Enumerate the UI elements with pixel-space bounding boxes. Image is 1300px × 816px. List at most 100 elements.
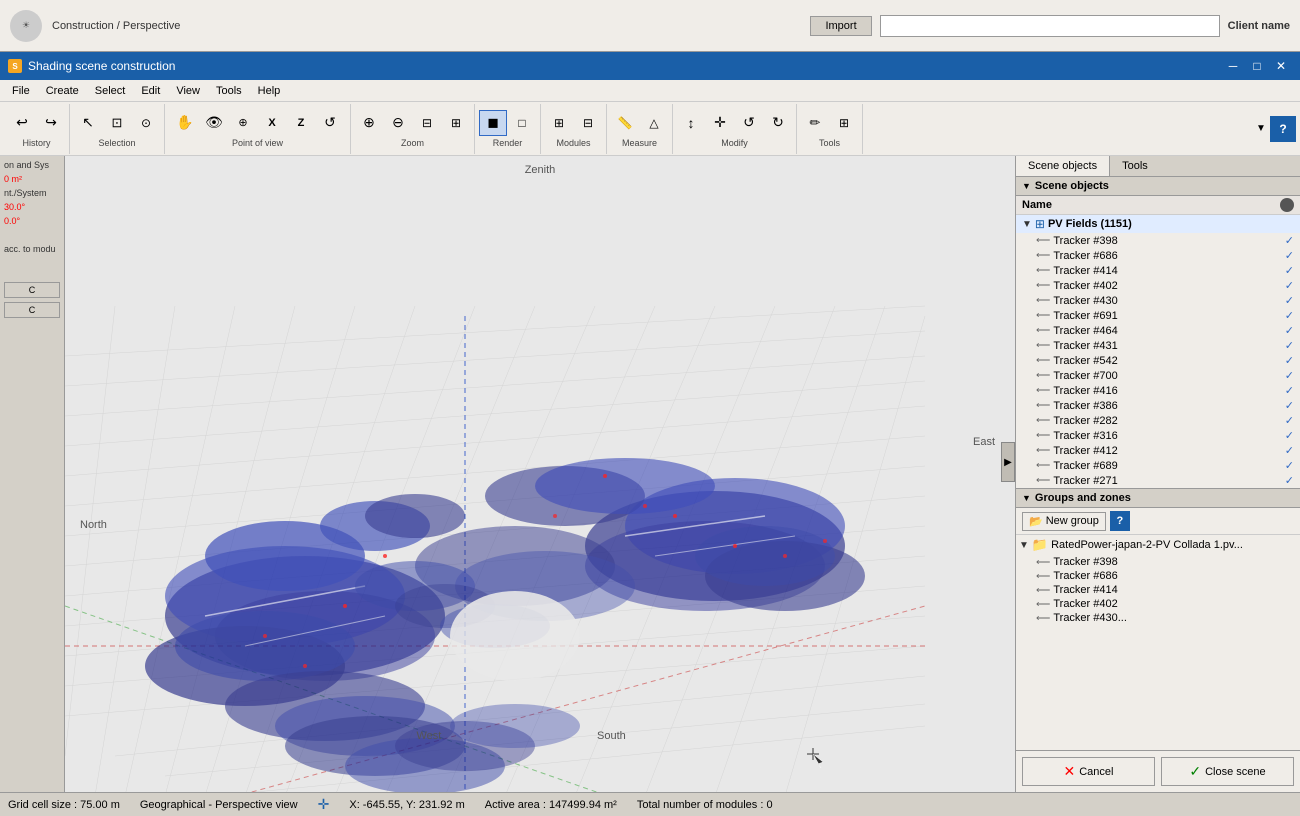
left-info-line-2: nt./System (4, 188, 60, 198)
toolbar-measure-label: Measure (622, 138, 657, 148)
list-item[interactable]: ⟵ Tracker #386 ✓ (1016, 398, 1300, 413)
toolbar-render-label: Render (493, 138, 523, 148)
list-item[interactable]: ⟵ Tracker #414 (1016, 583, 1300, 597)
edit-tool-button[interactable]: ✏ (801, 110, 829, 136)
list-item[interactable]: ⟵ Tracker #689 ✓ (1016, 458, 1300, 473)
scene-objects-arrow: ▼ (1022, 181, 1031, 191)
y-axis-button[interactable]: Z (287, 110, 315, 136)
list-item[interactable]: ⟵ Tracker #691 ✓ (1016, 308, 1300, 323)
list-item[interactable]: ⟵ Tracker #431 ✓ (1016, 338, 1300, 353)
close-icon: ✓ (1189, 763, 1201, 780)
viewport-scroll-handle[interactable]: ▶ (1001, 442, 1015, 482)
x-axis-button[interactable]: X (258, 110, 286, 136)
left-btn-1[interactable]: C (4, 282, 60, 298)
list-item[interactable]: ⟵ Tracker #430... (1016, 611, 1300, 625)
bottom-buttons: ✕ Cancel ✓ Close scene (1016, 750, 1300, 792)
status-active-area: Active area : 147499.94 m² (485, 799, 617, 811)
zoom-in-button[interactable]: ⊕ (355, 110, 383, 136)
tree-header-name: Name (1022, 199, 1052, 211)
left-panel: on and Sys 0 m² nt./System 30.0° 0.0° ac… (0, 156, 65, 792)
list-item[interactable]: ⟵ Tracker #398 ✓ (1016, 233, 1300, 248)
list-item[interactable]: ⟵ Tracker #398 (1016, 555, 1300, 569)
zoom-out-button[interactable]: ⊖ (384, 110, 412, 136)
menu-help[interactable]: Help (250, 83, 289, 99)
left-btn-2[interactable]: C (4, 302, 60, 318)
folder-open-icon: 📂 (1029, 515, 1043, 528)
translate-button[interactable]: ✛ (706, 110, 734, 136)
wireframe-button[interactable]: □ (508, 110, 536, 136)
list-item[interactable]: ⟵ Tracker #542 ✓ (1016, 353, 1300, 368)
tab-scene-objects[interactable]: Scene objects (1016, 156, 1110, 176)
list-item[interactable]: ⟵ Tracker #416 ✓ (1016, 383, 1300, 398)
list-item[interactable]: ⟵ Tracker #412 ✓ (1016, 443, 1300, 458)
status-coordinates: X: -645.55, Y: 231.92 m (349, 799, 464, 811)
toolbar-group-modify: ↕ ✛ ↺ ↻ Modify (673, 104, 797, 154)
select-button[interactable]: ↖ (74, 110, 102, 136)
modify-undo-button[interactable]: ↺ (735, 110, 763, 136)
list-item[interactable]: ⟵ Tracker #271 ✓ (1016, 473, 1300, 488)
scene-objects-header[interactable]: ▼ Scene objects (1016, 177, 1300, 196)
import-button[interactable]: Import (810, 16, 871, 36)
box-zoom-button[interactable]: ⊞ (442, 110, 470, 136)
menu-create[interactable]: Create (38, 83, 87, 99)
group-root-item[interactable]: ▼ 📁 RatedPower-japan-2-PV Collada 1.pv..… (1016, 535, 1300, 555)
tree-header: Name (1016, 196, 1300, 215)
groups-help-button[interactable]: ? (1110, 511, 1130, 531)
menu-view[interactable]: View (168, 83, 208, 99)
list-item[interactable]: ⟵ Tracker #430 ✓ (1016, 293, 1300, 308)
lasso-select-button[interactable]: ⊙ (132, 110, 160, 136)
reset-view-button[interactable]: ↺ (316, 110, 344, 136)
fit-button[interactable]: ⊟ (413, 110, 441, 136)
title-bar: S Shading scene construction ─ □ ✕ (0, 52, 1300, 80)
help-toolbar-button[interactable]: ? (1270, 116, 1296, 142)
modules-list-button[interactable]: ⊟ (574, 110, 602, 136)
modules-grid-button[interactable]: ⊞ (545, 110, 573, 136)
menu-edit[interactable]: Edit (133, 83, 168, 99)
tree-root-label: PV Fields (1151) (1048, 218, 1132, 230)
tab-tools[interactable]: Tools (1110, 156, 1160, 176)
list-item[interactable]: ⟵ Tracker #464 ✓ (1016, 323, 1300, 338)
menu-tools[interactable]: Tools (208, 83, 250, 99)
new-group-button[interactable]: 📂 New group (1022, 512, 1106, 531)
angle-button[interactable]: △ (640, 110, 668, 136)
grid-tool-button[interactable]: ⊞ (830, 110, 858, 136)
box-select-button[interactable]: ⊡ (103, 110, 131, 136)
toolbar-history-label: History (22, 138, 50, 148)
maximize-button[interactable]: □ (1246, 57, 1268, 75)
redo-button[interactable]: ↪ (37, 110, 65, 136)
minimize-button[interactable]: ─ (1222, 57, 1244, 75)
search-input[interactable] (880, 15, 1220, 37)
status-bar: Grid cell size : 75.00 m Geographical - … (0, 792, 1300, 816)
left-info-azimuth: 0.0° (4, 216, 60, 226)
cancel-button[interactable]: ✕ Cancel (1022, 757, 1155, 786)
tree-root-item[interactable]: ▼ ⊞ PV Fields (1151) (1016, 215, 1300, 233)
toolbar-expand-button[interactable]: ▼ (1252, 116, 1270, 142)
close-button[interactable]: ✕ (1270, 57, 1292, 75)
measure-button[interactable]: 📏 (611, 110, 639, 136)
modify-redo-button[interactable]: ↻ (764, 110, 792, 136)
toolbar-zoom-label: Zoom (401, 138, 424, 148)
close-scene-button[interactable]: ✓ Close scene (1161, 757, 1294, 786)
list-item[interactable]: ⟵ Tracker #686 ✓ (1016, 248, 1300, 263)
groups-header[interactable]: ▼ Groups and zones (1016, 489, 1300, 508)
orbit-button[interactable]: 👁 (200, 110, 228, 136)
solid-render-button[interactable]: ◼ (479, 110, 507, 136)
list-item[interactable]: ⟵ Tracker #282 ✓ (1016, 413, 1300, 428)
list-item[interactable]: ⟵ Tracker #402 ✓ (1016, 278, 1300, 293)
menu-select[interactable]: Select (87, 83, 134, 99)
title-bar-icon: S (8, 59, 22, 73)
left-info-area: 0 m² (4, 174, 60, 184)
viewport[interactable]: Zenith East North West South ▶ (65, 156, 1015, 792)
list-item[interactable]: ⟵ Tracker #414 ✓ (1016, 263, 1300, 278)
list-item[interactable]: ⟵ Tracker #686 (1016, 569, 1300, 583)
list-item[interactable]: ⟵ Tracker #316 ✓ (1016, 428, 1300, 443)
front-view-button[interactable]: ⊕ (229, 110, 257, 136)
move-button[interactable]: ↕ (677, 110, 705, 136)
status-modules-count: Total number of modules : 0 (637, 799, 773, 811)
menu-file[interactable]: File (4, 83, 38, 99)
undo-button[interactable]: ↩ (8, 110, 36, 136)
list-item[interactable]: ⟵ Tracker #700 ✓ (1016, 368, 1300, 383)
pan-button[interactable]: ✋ (171, 110, 199, 136)
tree-header-toggle[interactable] (1280, 198, 1294, 212)
list-item[interactable]: ⟵ Tracker #402 (1016, 597, 1300, 611)
